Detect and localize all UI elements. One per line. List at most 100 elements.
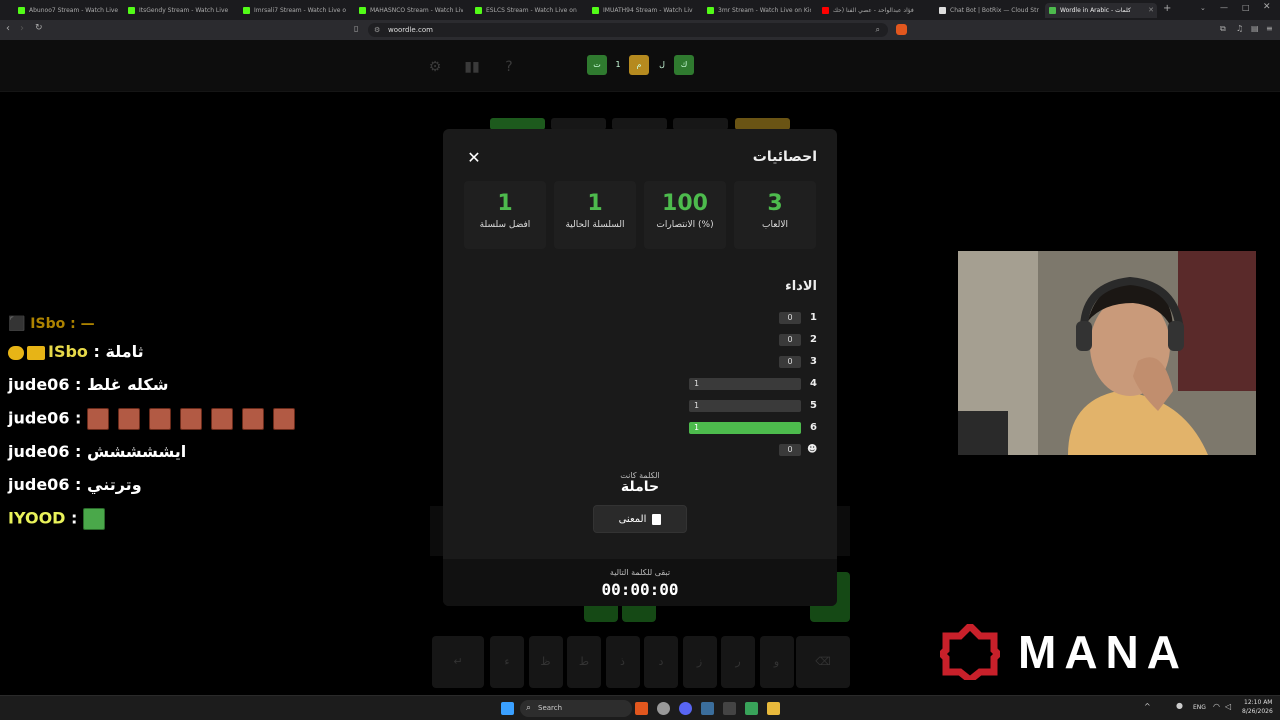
windows-start-icon[interactable] — [501, 702, 514, 715]
volume-icon[interactable]: ◁ — [1225, 702, 1231, 711]
clock-date[interactable]: 8/26/2026 — [1242, 708, 1273, 715]
chrome-icon[interactable] — [657, 702, 670, 715]
site-info-icon[interactable]: ⚙ — [374, 26, 380, 34]
stat-card: 1 افضل سلسلة — [464, 181, 546, 249]
terminal-icon[interactable] — [723, 702, 736, 715]
chat-message: jude06 : — [8, 408, 304, 430]
distribution-track: 0 — [777, 312, 801, 324]
browser-tab[interactable]: Abunoo7 Stream - Watch Live — [14, 3, 120, 18]
keyboard-key[interactable]: ط — [567, 636, 601, 688]
header-tile: ك — [674, 55, 694, 75]
chat-text: شكله غلط — [87, 375, 169, 394]
forward-icon[interactable]: › — [20, 23, 24, 34]
url-field[interactable]: ⚙ woordle.com ⌕ — [368, 23, 888, 37]
chat-message: jude06 : وترتني — [8, 475, 142, 494]
enter-key[interactable]: ↵ — [432, 636, 484, 688]
taskbar-search[interactable]: ⌕ Search — [520, 700, 632, 717]
browser-tab[interactable]: فؤاد عبدالواحد - عصي الفنا (حك — [818, 3, 926, 18]
chat-emote — [83, 508, 105, 530]
keyboard-key[interactable]: ء — [490, 636, 524, 688]
browser-tab[interactable]: Imrsali7 Stream - Watch Live o — [239, 3, 347, 18]
extensions-icon[interactable]: ⧉ — [1220, 24, 1226, 34]
browser-tab[interactable]: IMUATH94 Stream - Watch Liv — [588, 3, 696, 18]
distribution-row: 15 — [677, 399, 817, 413]
browser-tab[interactable]: Wordle in Arabic - كلمات ✕ — [1045, 3, 1157, 18]
distribution-track: 1 — [689, 400, 801, 412]
backspace-key[interactable]: ⌫ — [796, 636, 850, 688]
browser-tab[interactable]: ESLCS Stream - Watch Live on — [471, 3, 579, 18]
keyboard-key[interactable]: ذ — [605, 636, 640, 688]
brave-icon[interactable] — [635, 702, 648, 715]
mana-logo: MANA — [940, 624, 1250, 680]
discord-icon[interactable] — [679, 702, 692, 715]
distribution-row-label: 6 — [810, 422, 817, 433]
chevron-down-icon[interactable]: ⌄ — [1200, 4, 1206, 12]
brave-shield-icon[interactable] — [896, 24, 907, 35]
distribution-row: 0 ☻ — [677, 443, 817, 457]
keyboard-key[interactable]: ظ — [528, 636, 563, 688]
chat-username: ISbo — [48, 342, 88, 361]
chat-separator: : — [69, 375, 87, 394]
back-icon[interactable]: ‹ — [6, 23, 10, 34]
stat-value: 1 — [497, 191, 513, 216]
url-text: woordle.com — [388, 26, 433, 34]
book-icon — [652, 513, 662, 525]
search-icon: ⌕ — [526, 703, 532, 713]
clock-time[interactable]: 12:10 AM — [1244, 699, 1272, 706]
keyboard-key[interactable]: ر — [721, 636, 755, 688]
tray-mic-icon[interactable]: ● — [1176, 701, 1183, 710]
chat-message: jude06 : ايششششش — [8, 442, 186, 461]
browser-tab[interactable]: Chat Bot | BotRix — Cloud Stream — [935, 3, 1039, 18]
menu-icon[interactable]: ≡ — [1266, 24, 1273, 33]
wifi-icon[interactable]: ◠ — [1213, 702, 1220, 711]
tab-bar: Abunoo7 Stream - Watch Live ItsGendy Stre… — [0, 0, 1280, 20]
close-window-button[interactable]: ✕ — [1263, 2, 1271, 12]
reload-icon[interactable]: ↻ — [35, 23, 43, 33]
distribution-row: 16 — [677, 421, 817, 435]
minimize-button[interactable]: — — [1220, 3, 1228, 12]
chat-separator: : — [69, 442, 87, 461]
distribution-bar: 1 — [689, 400, 801, 412]
help-icon[interactable]: ? — [498, 56, 520, 78]
browser-tab[interactable]: 3mr Stream - Watch Live on Kick — [703, 3, 811, 18]
media-icon[interactable]: ♫ — [1236, 24, 1243, 33]
sidebar-icon[interactable]: ▤ — [1251, 24, 1259, 33]
bookmark-icon[interactable]: ▯ — [354, 24, 358, 33]
header-tile: ل — [659, 60, 665, 69]
new-tab-button[interactable]: + — [1163, 3, 1171, 14]
steam-icon[interactable] — [701, 702, 714, 715]
meaning-button[interactable]: المعنى — [593, 505, 687, 533]
logo-text: MANA — [1018, 626, 1188, 678]
keyboard-key[interactable]: ز — [682, 636, 717, 688]
chat-emote — [242, 408, 264, 430]
browser-tab[interactable]: MAHASNCO Stream - Watch Live — [355, 3, 463, 18]
settings-icon[interactable]: ⚙ — [424, 56, 446, 78]
stat-label: الانتصارات (%) — [656, 220, 714, 230]
stats-modal: ✕ احصائيات 3 الالعاب 100 الانتصارات (%) 1 الس… — [443, 129, 837, 606]
folder-icon[interactable] — [767, 702, 780, 715]
chat-username: jude06 — [8, 442, 70, 461]
tray-arrow-icon[interactable]: ^ — [1144, 702, 1151, 711]
stat-value: 3 — [767, 191, 783, 216]
language-indicator[interactable]: ENG — [1193, 704, 1206, 711]
kick-icon — [243, 7, 250, 14]
zoom-icon[interactable]: ⌕ — [876, 25, 880, 35]
stats-icon[interactable]: ▮▮ — [461, 56, 483, 78]
header-tile: م — [629, 55, 649, 75]
chat-username: jude06 — [8, 408, 70, 428]
app-icon[interactable] — [745, 702, 758, 715]
browser-tab[interactable]: ItsGendy Stream - Watch Live — [124, 3, 232, 18]
distribution-bar: 0 — [779, 356, 801, 368]
kick-icon — [707, 7, 714, 14]
distribution-row: 14 — [677, 377, 817, 391]
distribution-row-label: 5 — [810, 400, 817, 411]
keyboard-key[interactable]: و — [759, 636, 794, 688]
performance-title: الاداء — [785, 279, 817, 294]
webcam-feed — [958, 251, 1256, 455]
keyboard-key[interactable]: د — [644, 636, 678, 688]
close-icon[interactable]: ✕ — [465, 149, 483, 167]
streamer-image — [958, 251, 1256, 455]
close-tab-icon[interactable]: ✕ — [1148, 6, 1154, 14]
stat-label: الالعاب — [762, 220, 788, 230]
maximize-button[interactable]: □ — [1242, 3, 1250, 12]
